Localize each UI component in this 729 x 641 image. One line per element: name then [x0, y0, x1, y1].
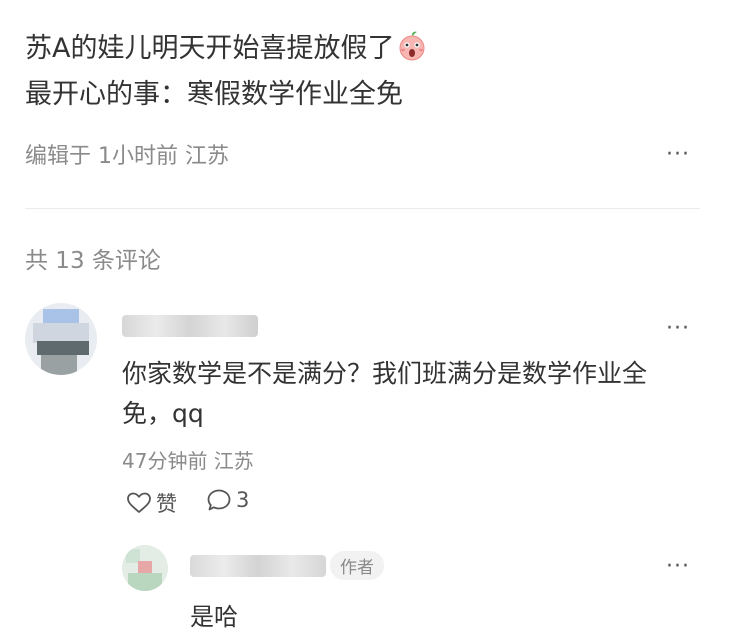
comment-text: 你家数学是不是满分？我们班满分是数学作业全免，qq	[122, 359, 648, 428]
author-badge: 作者	[330, 551, 384, 580]
divider	[25, 208, 700, 209]
post-text-line-1: 苏A的娃儿明天开始喜提放假了	[25, 26, 428, 69]
reply-avatar[interactable]	[122, 545, 168, 591]
like-label: 赞	[156, 492, 177, 516]
comment-count: 共 13 条评论	[25, 248, 161, 274]
like-button[interactable]: 赞	[126, 488, 177, 518]
post-text-line-2: 最开心的事：寒假数学作业全免	[25, 79, 403, 110]
heart-outline-icon	[126, 491, 152, 515]
reply-author-name[interactable]	[190, 555, 326, 577]
comment-more-icon[interactable]: ···	[666, 318, 690, 340]
post-meta: 编辑于 1小时前 江苏	[25, 144, 229, 169]
surprised-peach-emoji-icon	[396, 30, 428, 69]
reply-button[interactable]: 3	[206, 488, 249, 512]
speech-bubble-icon	[206, 488, 232, 512]
reply-text: 是哈	[190, 603, 238, 631]
reply-more-icon[interactable]: ···	[666, 556, 690, 578]
post-more-icon[interactable]: ···	[666, 144, 690, 166]
post-line-1-text: 苏A的娃儿明天开始喜提放假了	[25, 33, 395, 64]
reply-count: 3	[236, 488, 250, 512]
author-name[interactable]	[122, 315, 258, 337]
comment-time: 47分钟前 江苏	[122, 449, 254, 473]
avatar[interactable]	[25, 303, 97, 375]
